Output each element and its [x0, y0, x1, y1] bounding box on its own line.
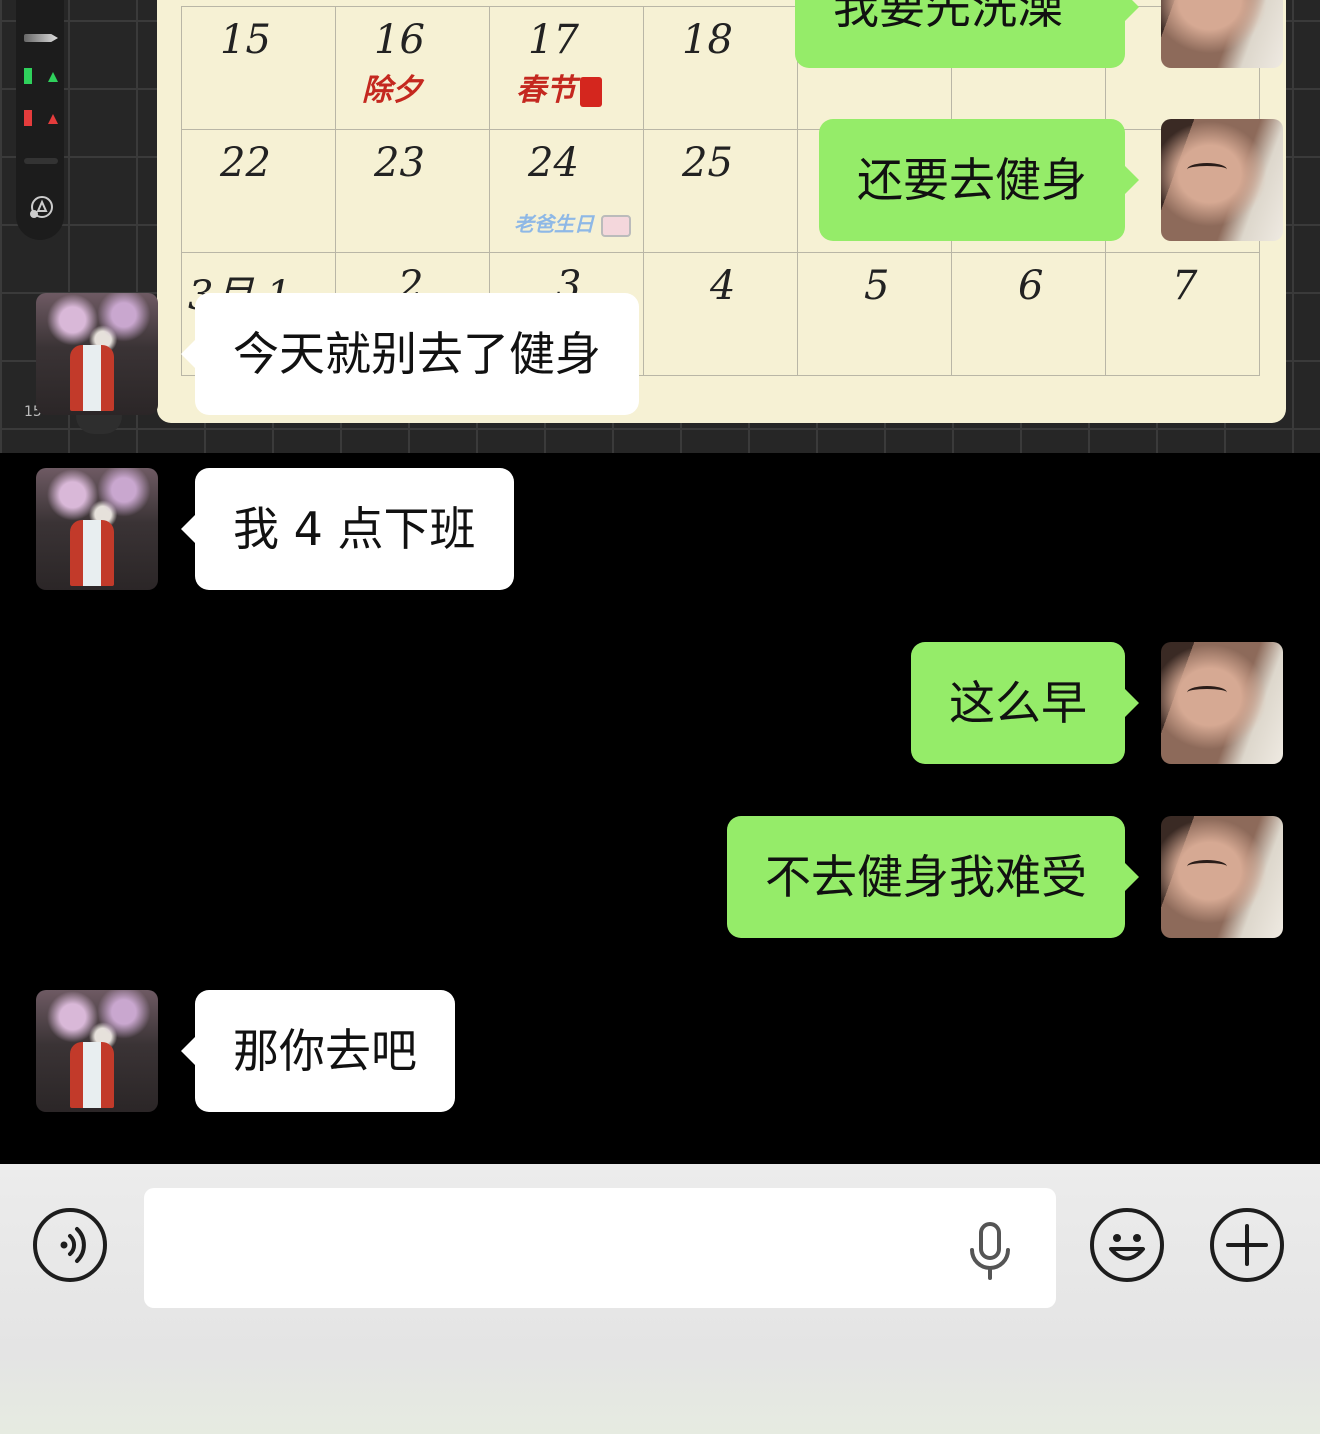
red-envelope-icon [580, 76, 602, 107]
calendar-note: 老爸生日 [514, 208, 631, 237]
sent-message-bubble[interactable]: 还要去健身 [819, 119, 1139, 241]
plus-icon [1226, 1224, 1268, 1266]
calendar-cell: 18 [644, 7, 798, 130]
my-avatar[interactable] [1161, 816, 1283, 938]
calendar-day: 4 [710, 263, 736, 309]
calendar-day: 6 [1018, 263, 1044, 309]
voice-mode-button[interactable] [33, 1208, 107, 1282]
contact-avatar[interactable] [36, 990, 158, 1112]
microphone-icon[interactable] [966, 1222, 1014, 1282]
calendar-day: 7 [1172, 263, 1198, 309]
voice-icon [60, 1227, 86, 1263]
calendar-day: 22 [220, 140, 271, 186]
calendar-day: 17 [528, 17, 579, 63]
calendar-cell: 15 [182, 7, 336, 130]
calendar-day: 5 [864, 263, 890, 309]
contact-avatar[interactable] [36, 293, 158, 415]
red-marker-icon [24, 110, 58, 126]
calendar-note: 春节 [516, 65, 602, 109]
sent-message-bubble[interactable]: 不去健身我难受 [727, 816, 1139, 938]
received-message-bubble[interactable]: 今天就别去了健身 [181, 293, 639, 415]
calendar-day: 18 [682, 17, 733, 63]
calendar-cell: 16 除夕 [336, 7, 490, 130]
calendar-cell: 17 春节 [490, 7, 644, 130]
message-input[interactable] [144, 1188, 1056, 1308]
pencil-icon [24, 158, 58, 164]
received-message-bubble[interactable]: 那你去吧 [181, 990, 455, 1112]
sent-message-bubble[interactable]: 我要先洗澡 [795, 0, 1139, 68]
calendar-cell: 7 [1106, 253, 1260, 376]
calendar-cell: 23 [336, 130, 490, 253]
calendar-cell: 4 [644, 253, 798, 376]
my-avatar[interactable] [1161, 642, 1283, 764]
calendar-cell: 5 [798, 253, 952, 376]
more-options-button[interactable] [1210, 1208, 1284, 1282]
calendar-day: 16 [374, 17, 425, 63]
emoji-button[interactable] [1090, 1208, 1164, 1282]
sent-message-bubble[interactable]: 这么早 [911, 642, 1139, 764]
calendar-cell: 25 [644, 130, 798, 253]
green-marker-icon [24, 68, 58, 84]
birthday-cake-icon [600, 214, 631, 237]
shapes-icon [30, 196, 53, 218]
calendar-cell: 24 老爸生日 [490, 130, 644, 253]
my-avatar[interactable] [1161, 119, 1283, 241]
my-avatar[interactable] [1161, 0, 1283, 68]
emoji-icon [1109, 1234, 1145, 1261]
fountain-pen-icon [24, 34, 58, 42]
calendar-note-text: 老爸生日 [514, 212, 594, 236]
calendar-note-text: 春节 [516, 73, 576, 108]
calendar-day: 24 [528, 140, 579, 186]
calendar-day: 25 [682, 140, 733, 186]
calendar-note: 除夕 [362, 73, 422, 108]
calendar-day: 23 [374, 140, 425, 186]
drawing-tool-palette [16, 0, 64, 240]
received-message-bubble[interactable]: 我 4 点下班 [181, 468, 514, 590]
calendar-cell: 6 [952, 253, 1106, 376]
calendar-day: 15 [220, 17, 271, 63]
calendar-cell: 22 [182, 130, 336, 253]
chat-input-bar [0, 1164, 1320, 1434]
contact-avatar[interactable] [36, 468, 158, 590]
